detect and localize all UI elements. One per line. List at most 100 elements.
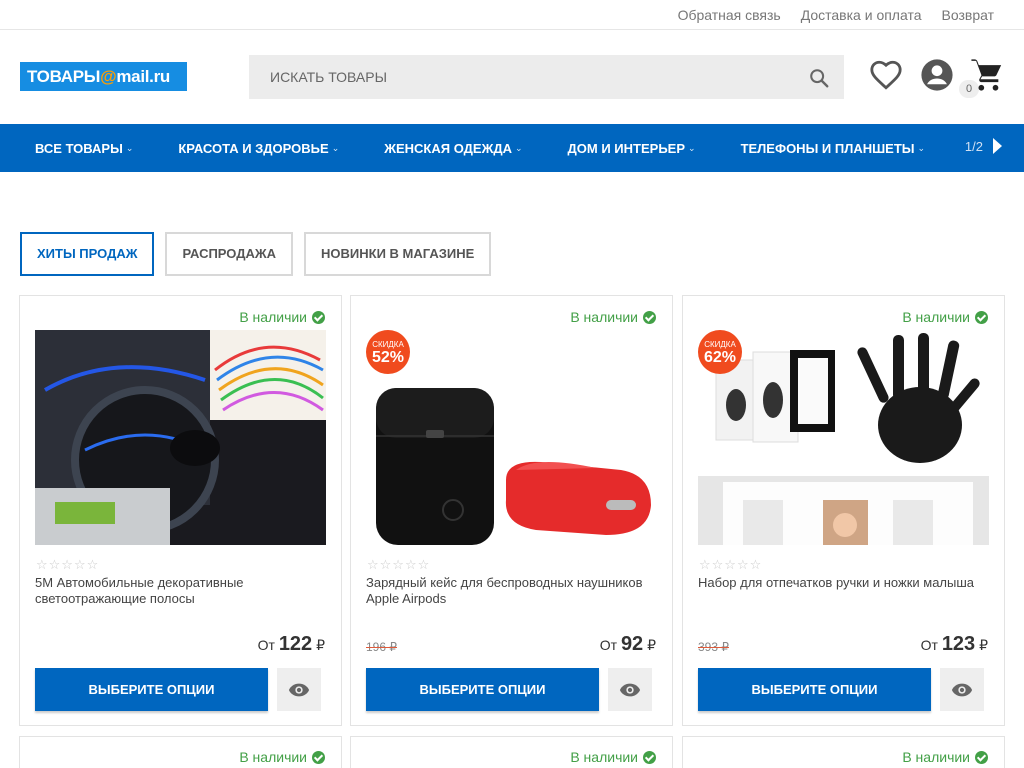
tab-bestsellers[interactable]: ХИТЫ ПРОДАЖ — [20, 232, 155, 276]
badge-value: 62% — [703, 349, 737, 366]
check-icon — [975, 310, 988, 324]
stock-status: В наличии — [239, 749, 325, 765]
price-prefix: От — [920, 637, 938, 653]
product-card[interactable]: В наличии СКИДКА 52% ☆☆☆☆☆ Зарядный кейс … — [350, 295, 673, 726]
price-prefix: От — [257, 637, 275, 653]
search-input[interactable] — [249, 55, 789, 99]
rating-stars: ☆☆☆☆☆ — [36, 557, 100, 572]
discount-badge: СКИДКА 52% — [366, 330, 410, 374]
price-value: 92 — [620, 633, 644, 655]
account-icon[interactable] — [920, 58, 954, 92]
category-nav: ВСЕ ТОВАРЫ ⌄ КРАСОТА И ЗДОРОВЬЕ ⌄ ЖЕНСКАЯ … — [0, 124, 1024, 172]
nav-item-women[interactable]: ЖЕНСКАЯ ОДЕЖДА ⌄ — [384, 141, 522, 156]
nav-page-indicator: 1/2 — [964, 138, 983, 154]
next-arrow-icon[interactable] — [993, 138, 1002, 154]
site-header: ТОВАРЫ@mail.ru 0 — [0, 30, 1024, 124]
product-card[interactable]: В наличии — [350, 736, 673, 768]
chevron-down-icon: ⌄ — [514, 142, 523, 153]
stock-label: В наличии — [902, 749, 970, 765]
product-price: От 123 ₽ — [921, 633, 988, 656]
nav-pager: 1/2 — [965, 138, 1002, 154]
logo-text-right: mail.ru — [116, 67, 170, 86]
utility-links: Обратная связь Доставка и оплата Возврат — [678, 7, 994, 23]
stock-status: В наличии — [902, 749, 988, 765]
stock-label: В наличии — [570, 309, 638, 325]
quick-view-button[interactable] — [940, 668, 984, 711]
check-icon — [312, 750, 325, 764]
quick-view-button[interactable] — [608, 668, 652, 711]
stock-status: В наличии — [570, 309, 656, 325]
heart-icon[interactable] — [869, 58, 903, 92]
product-price: От 92 ₽ — [600, 633, 656, 656]
nav-item-phones[interactable]: ТЕЛЕФОНЫ И ПЛАНШЕТЫ ⌄ — [741, 141, 926, 156]
nav-item-beauty[interactable]: КРАСОТА И ЗДОРОВЬЕ ⌄ — [178, 141, 339, 156]
nav-label: ТЕЛЕФОНЫ И ПЛАНШЕТЫ — [740, 140, 915, 156]
choose-options-button[interactable]: ВЫБЕРИТЕ ОПЦИИ — [366, 668, 599, 711]
search-icon[interactable] — [808, 67, 830, 89]
returns-link[interactable]: Возврат — [942, 7, 995, 23]
delivery-link[interactable]: Доставка и оплата — [801, 7, 922, 23]
stock-label: В наличии — [239, 749, 307, 765]
nav-item-all[interactable]: ВСЕ ТОВАРЫ ⌄ — [35, 141, 133, 156]
eye-icon — [619, 683, 641, 696]
chevron-down-icon: ⌄ — [917, 142, 926, 153]
tab-new[interactable]: НОВИНКИ В МАГАЗИНЕ — [304, 232, 492, 276]
price-currency: ₽ — [647, 637, 656, 653]
price-prefix: От — [599, 637, 618, 653]
stock-label: В наличии — [239, 309, 307, 325]
badge-value: 52% — [371, 349, 405, 366]
price-value: 122 — [278, 633, 313, 655]
stock-label: В наличии — [570, 749, 638, 765]
badge-label: СКИДКА — [704, 340, 736, 349]
chevron-down-icon: ⌄ — [331, 142, 340, 153]
stock-status: В наличии — [239, 309, 325, 325]
stock-status: В наличии — [570, 749, 656, 765]
feedback-link[interactable]: Обратная связь — [678, 7, 781, 23]
rating-stars: ☆☆☆☆☆ — [699, 557, 763, 572]
nav-label: ВСЕ ТОВАРЫ — [35, 140, 123, 156]
check-icon — [312, 310, 325, 324]
site-logo[interactable]: ТОВАРЫ@mail.ru — [20, 62, 187, 91]
eye-icon — [288, 683, 310, 696]
product-card[interactable]: В наличии ☆☆☆☆☆ 5M Автомобильные декорат… — [19, 295, 342, 726]
rating-stars: ☆☆☆☆☆ — [367, 557, 431, 572]
check-icon — [975, 750, 988, 764]
product-title[interactable]: Зарядный кейс для беспроводных наушников… — [366, 575, 666, 607]
logo-at: @ — [100, 67, 117, 86]
price-currency: ₽ — [979, 637, 988, 653]
chevron-down-icon: ⌄ — [125, 142, 134, 153]
choose-options-button[interactable]: ВЫБЕРИТЕ ОПЦИИ — [698, 668, 931, 711]
product-card[interactable]: В наличии СКИДКА 62% ☆☆☆☆☆ Набор для отпе… — [682, 295, 1005, 726]
top-utility-bar: Обратная связь Доставка и оплата Возврат — [0, 0, 1024, 30]
nav-label: ЖЕНСКАЯ ОДЕЖДА — [384, 140, 512, 156]
search-bar — [249, 55, 844, 99]
product-image[interactable] — [35, 330, 326, 545]
chevron-down-icon: ⌄ — [688, 142, 696, 153]
quick-view-button[interactable] — [277, 668, 321, 711]
check-icon — [643, 310, 656, 324]
stock-status: В наличии — [902, 309, 988, 325]
stock-label: В наличии — [902, 309, 970, 325]
price-value: 123 — [941, 633, 976, 655]
tab-sale[interactable]: РАСПРОДАЖА — [165, 232, 294, 276]
old-price: 393 ₽ — [698, 640, 729, 654]
product-card[interactable]: В наличии — [19, 736, 342, 768]
logo-text-left: ТОВАРЫ — [27, 67, 101, 86]
cart-icon[interactable] — [970, 58, 1004, 92]
badge-label: СКИДКА — [372, 340, 404, 349]
nav-label: КРАСОТА И ЗДОРОВЬЕ — [178, 140, 329, 156]
discount-badge: СКИДКА 62% — [698, 330, 742, 374]
product-title[interactable]: Набор для отпечатков ручки и ножки малыш… — [698, 575, 998, 591]
nav-label: ДОМ И ИНТЕРЬЕР — [567, 140, 686, 156]
eye-icon — [951, 683, 973, 696]
product-tabs: ХИТЫ ПРОДАЖ РАСПРОДАЖА НОВИНКИ В МАГАЗИН… — [20, 232, 492, 276]
product-card[interactable]: В наличии — [682, 736, 1005, 768]
choose-options-button[interactable]: ВЫБЕРИТЕ ОПЦИИ — [35, 668, 268, 711]
category-list: ВСЕ ТОВАРЫ ⌄ КРАСОТА И ЗДОРОВЬЕ ⌄ ЖЕНСКАЯ … — [35, 124, 970, 172]
check-icon — [643, 750, 656, 764]
old-price: 196 ₽ — [366, 640, 397, 654]
product-price: От 122 ₽ — [258, 633, 325, 656]
nav-item-home[interactable]: ДОМ И ИНТЕРЬЕР ⌄ — [568, 141, 696, 156]
price-currency: ₽ — [316, 637, 325, 653]
product-title[interactable]: 5M Автомобильные декоративные светоотраж… — [35, 575, 335, 607]
